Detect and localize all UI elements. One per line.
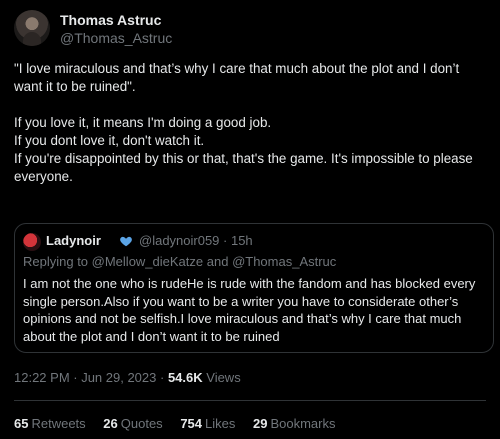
bookmarks-stat[interactable]: 29 Bookmarks bbox=[253, 416, 336, 431]
retweets-stat[interactable]: 65 Retweets bbox=[14, 416, 86, 431]
tweet-timestamp[interactable]: 12:22 PM · Jun 29, 2023 · bbox=[14, 370, 168, 385]
author-avatar[interactable] bbox=[14, 10, 50, 46]
quoted-replying-to: Replying to @Mellow_dieKatze and @Thomas… bbox=[23, 254, 336, 269]
engagement-stats: 65 Retweets 26 Quotes 754 Likes 29 Bookmarks bbox=[14, 416, 350, 431]
mention-link[interactable]: @Mellow_dieKatze bbox=[92, 254, 203, 269]
tweet-meta: 12:22 PM · Jun 29, 2023 · 54.6K Views bbox=[14, 370, 241, 385]
views-count: 54.6K bbox=[167, 370, 203, 385]
replying-prefix: Replying to bbox=[23, 254, 92, 269]
bookmarks-label: Bookmarks bbox=[270, 416, 336, 431]
bookmarks-count: 29 bbox=[253, 416, 268, 431]
likes-stat[interactable]: 754 Likes bbox=[180, 416, 235, 431]
tweet-card: Thomas Astruc @Thomas_Astruc "I love mir… bbox=[0, 0, 500, 439]
likes-count: 754 bbox=[180, 416, 203, 431]
quoted-author-name: Ladynoir bbox=[46, 233, 101, 248]
author-name[interactable]: Thomas Astruc bbox=[60, 12, 161, 28]
divider bbox=[14, 400, 486, 401]
tweet-text: "I love miraculous and that’s why I care… bbox=[14, 61, 473, 184]
quoted-handle-time: @ladynoir059 · 15h bbox=[139, 233, 253, 248]
author-handle[interactable]: @Thomas_Astruc bbox=[60, 30, 172, 46]
retweets-label: Retweets bbox=[31, 416, 86, 431]
quoted-avatar bbox=[23, 233, 41, 251]
replying-and: and bbox=[203, 254, 233, 269]
blue-heart-icon bbox=[120, 236, 132, 247]
retweets-count: 65 bbox=[14, 416, 29, 431]
likes-label: Likes bbox=[205, 416, 236, 431]
quotes-stat[interactable]: 26 Quotes bbox=[103, 416, 162, 431]
views-label: Views bbox=[202, 370, 241, 385]
mention-link[interactable]: @Thomas_Astruc bbox=[232, 254, 336, 269]
quoted-tweet[interactable]: Ladynoir @ladynoir059 · 15h Replying to … bbox=[14, 223, 494, 353]
quotes-count: 26 bbox=[103, 416, 118, 431]
quoted-text: I am not the one who is rudeHe is rude w… bbox=[23, 276, 476, 344]
quotes-label: Quotes bbox=[120, 416, 163, 431]
